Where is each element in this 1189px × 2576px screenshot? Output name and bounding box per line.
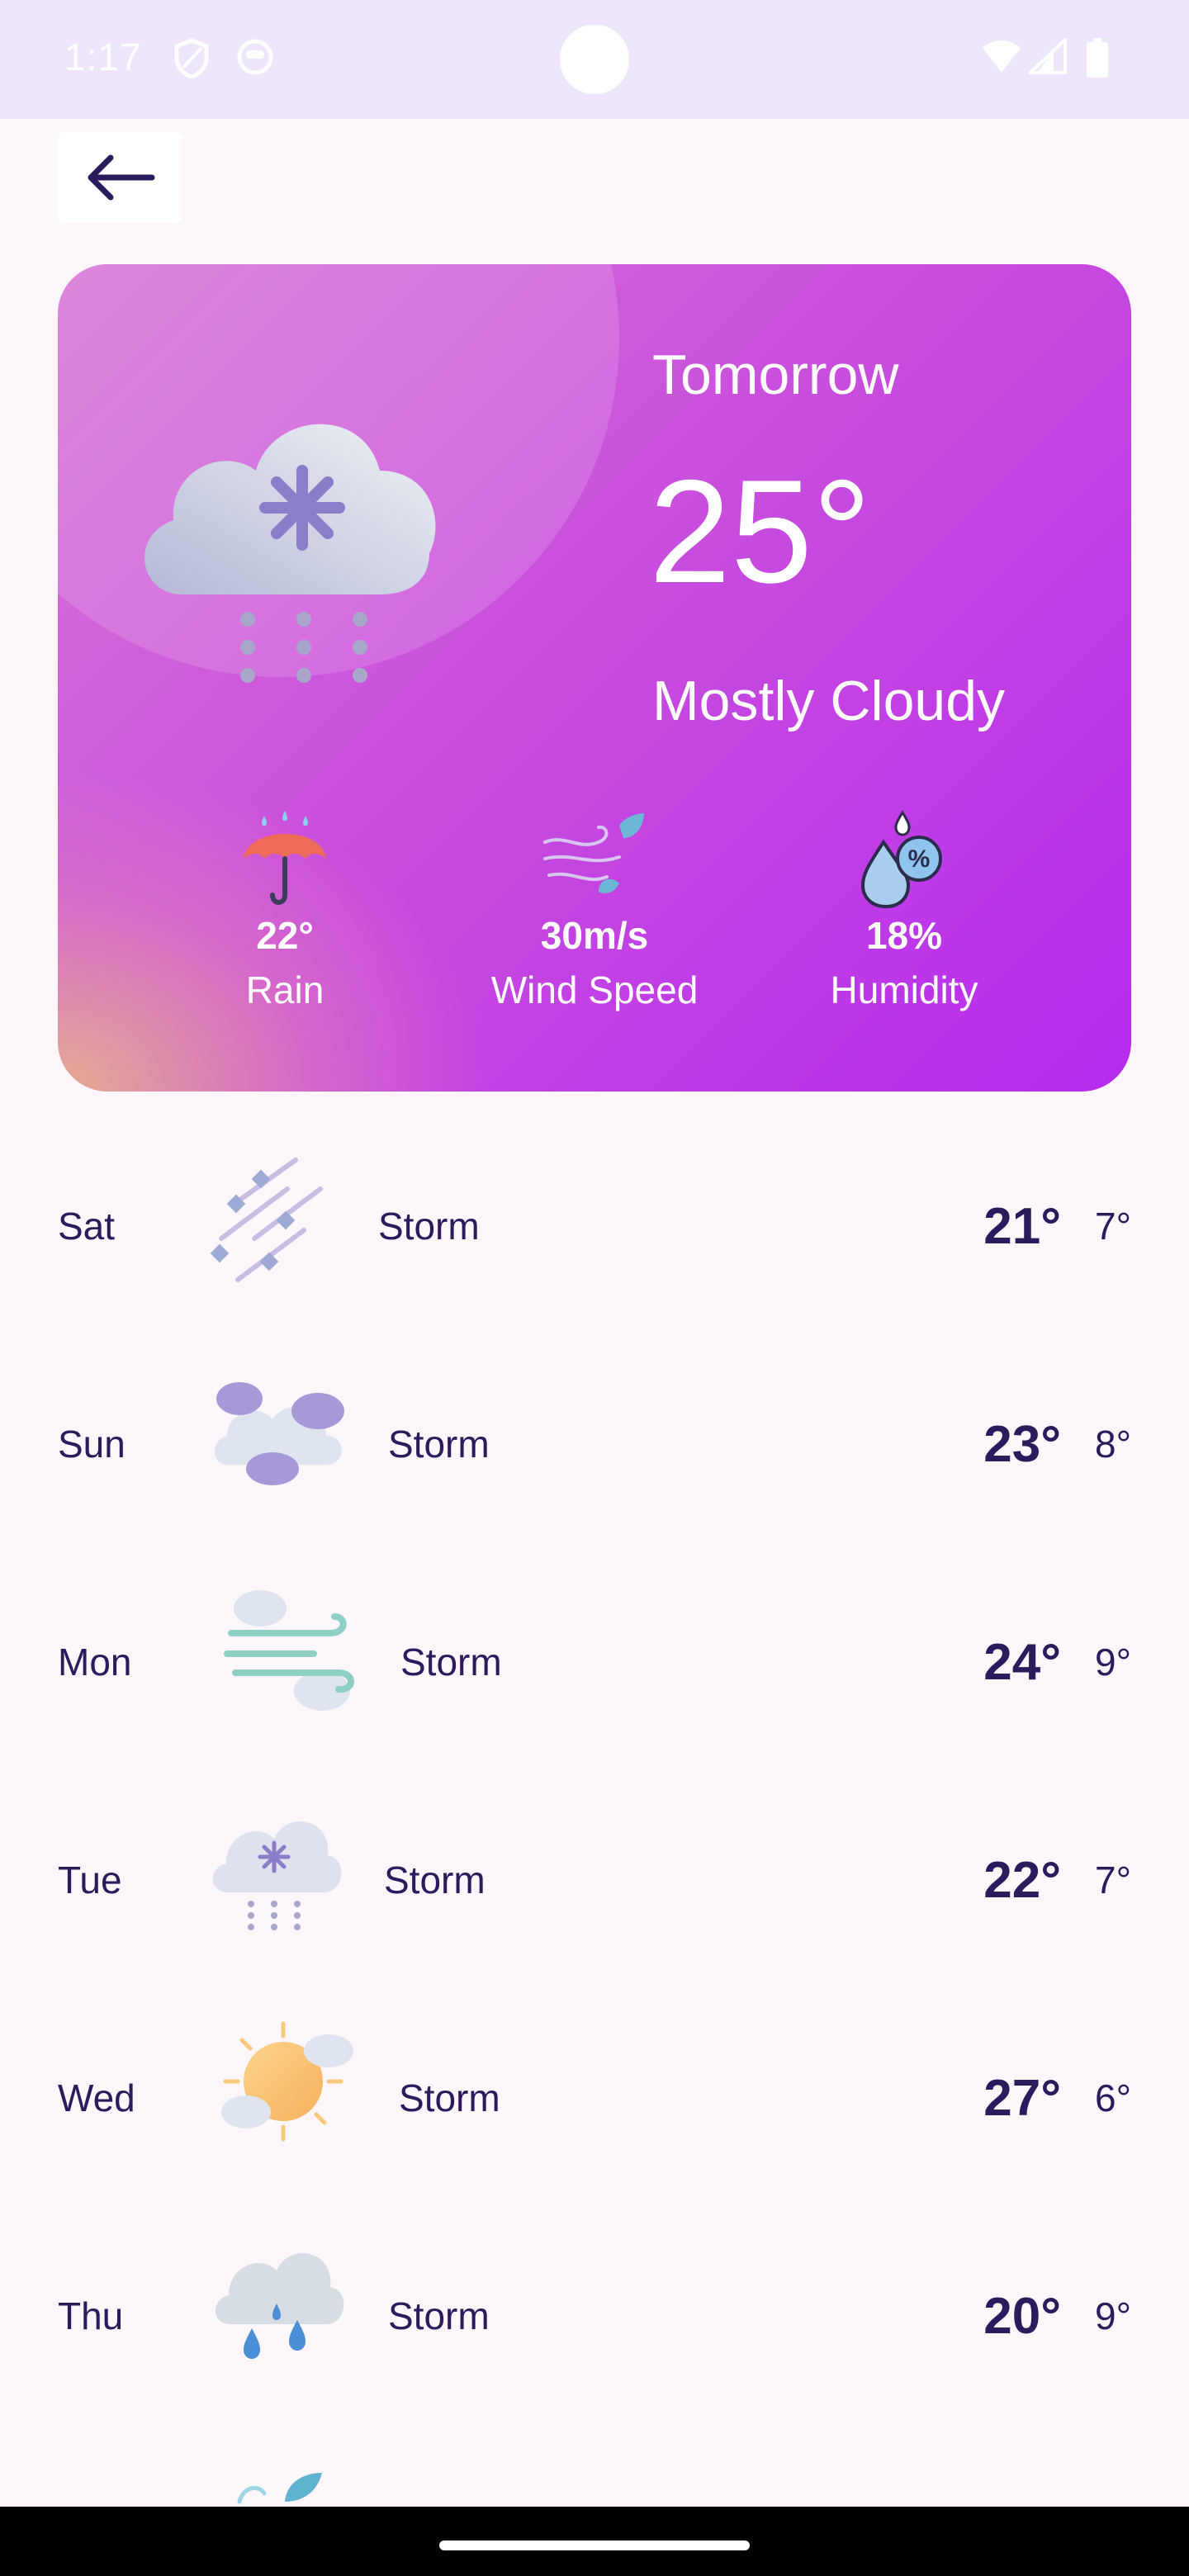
- clouds-icon: [211, 1366, 351, 1494]
- forecast-condition: Storm: [400, 1641, 502, 1683]
- back-button[interactable]: [58, 132, 182, 223]
- wind-icon: [235, 2469, 326, 2511]
- forecast-day-label: Tomorrow: [652, 343, 899, 406]
- rain-value: 22°: [256, 914, 314, 957]
- signal-icon: [1026, 36, 1067, 78]
- camera-cutout: [560, 25, 629, 94]
- forecast-row[interactable]: Tue Storm 22° 7°: [0, 1769, 1189, 1986]
- forecast-row[interactable]: Sat Storm 21° 7°: [0, 1115, 1189, 1333]
- snow-cloud-icon: [132, 347, 495, 714]
- forecast-condition: Storm: [399, 2076, 500, 2119]
- snow-cloud-icon: [208, 1802, 344, 1938]
- svg-text:%: %: [908, 845, 931, 873]
- forecast-day: Wed: [58, 2076, 135, 2119]
- app-notification-icon: [236, 38, 274, 80]
- rain-stat: 22° Rain: [161, 809, 409, 1012]
- forecast-condition: Storm: [388, 1423, 490, 1466]
- forecast-condition: Storm: [378, 1205, 480, 1248]
- wind-icon: [543, 813, 644, 893]
- forecast-row[interactable]: Wed Storm 27° 6°: [0, 1986, 1189, 2204]
- humidity-label: Humidity: [830, 968, 978, 1011]
- forecast-day: Tue: [58, 1859, 122, 1901]
- wind-speed-stat: 30m/s Wind Speed: [471, 809, 718, 1012]
- humidity-stat: % 18% Humidity: [780, 809, 1028, 1012]
- weather-condition: Mostly Cloudy: [652, 670, 1006, 732]
- storm-hail-icon: [205, 1156, 329, 1292]
- forecast-high-temp: 24°: [983, 1634, 1061, 1691]
- umbrella-icon: [244, 811, 326, 905]
- current-temperature: 25°: [649, 449, 872, 613]
- forecast-row[interactable]: Mon Storm 24° 9°: [0, 1551, 1189, 1769]
- forecast-condition: Storm: [388, 2294, 490, 2337]
- forecast-high-temp: 21°: [983, 1198, 1061, 1255]
- rain-cloud-icon: [211, 2237, 347, 2374]
- humidity-icon: %: [860, 810, 942, 908]
- forecast-day: Sat: [58, 1205, 116, 1248]
- tomorrow-weather-card: Tomorrow 25° Mostly Cloudy 22° Rain 30m/…: [58, 264, 1131, 1091]
- shield-icon: [173, 38, 210, 83]
- forecast-low-temp: 9°: [1095, 2294, 1131, 2337]
- forecast-low-temp: 9°: [1095, 1641, 1131, 1683]
- forecast-row[interactable]: Thu Storm 20° 9°: [0, 2204, 1189, 2422]
- forecast-high-temp: 20°: [983, 2288, 1061, 2345]
- forecast-day: Thu: [58, 2294, 124, 2337]
- forecast-low-temp: 6°: [1095, 2076, 1131, 2119]
- wind-speed-label: Wind Speed: [490, 968, 699, 1011]
- forecast-high-temp: 23°: [983, 1416, 1061, 1473]
- arrow-left-icon: [88, 154, 155, 201]
- sun-clouds-icon: [221, 2020, 358, 2156]
- forecast-low-temp: 7°: [1095, 1859, 1131, 1901]
- forecast-row[interactable]: Sun Storm 23° 8°: [0, 1333, 1189, 1551]
- wind-speed-value: 30m/s: [540, 914, 649, 957]
- forecast-low-temp: 7°: [1095, 1205, 1131, 1248]
- rain-label: Rain: [245, 968, 324, 1011]
- forecast-condition: Storm: [384, 1859, 486, 1901]
- home-gesture-handle[interactable]: [439, 2540, 750, 2550]
- forecast-high-temp: 27°: [983, 2070, 1061, 2127]
- forecast-day: Sun: [58, 1423, 126, 1466]
- forecast-high-temp: 22°: [983, 1852, 1061, 1909]
- status-bar: 1:17: [0, 0, 1189, 119]
- status-time: 1:17: [64, 36, 142, 78]
- forecast-low-temp: 8°: [1095, 1423, 1131, 1466]
- wind-clouds-icon: [223, 1584, 363, 1720]
- battery-icon: [1087, 38, 1108, 82]
- forecast-day: Mon: [58, 1641, 132, 1683]
- wifi-icon: [981, 38, 1022, 78]
- humidity-value: 18%: [865, 914, 943, 957]
